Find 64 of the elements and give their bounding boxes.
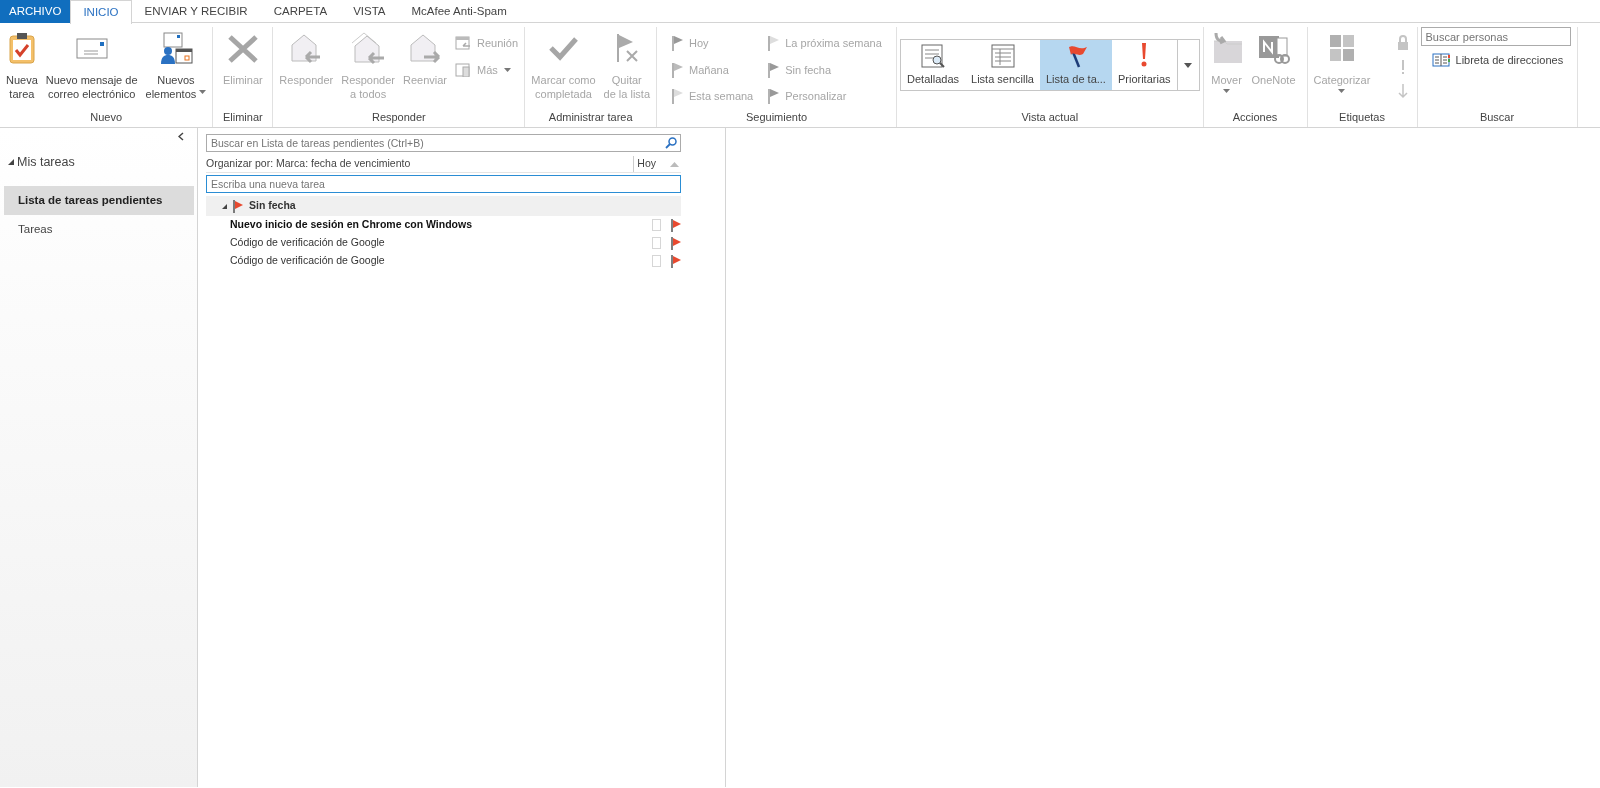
ribbon-tab[interactable]: INICIO	[70, 0, 132, 24]
flag-icon	[671, 61, 684, 78]
calendar-reply-icon	[455, 36, 472, 51]
flag-icon	[233, 199, 243, 213]
group-label: Etiquetas	[1338, 109, 1386, 125]
folder-item[interactable]: Tareas	[4, 215, 194, 245]
view-option[interactable]: Lista de ta...	[1040, 40, 1112, 90]
group-label: Buscar	[1478, 109, 1516, 125]
view-option[interactable]: Prioritarias	[1111, 40, 1177, 90]
ribbon-button[interactable]: Libreta de direcciones	[1428, 50, 1567, 71]
flag-icon[interactable]	[671, 236, 681, 250]
new-task-field[interactable]: Escriba una nueva tarea	[206, 175, 681, 193]
flag-icon	[671, 88, 684, 105]
flag-icon[interactable]	[671, 254, 681, 268]
column-header[interactable]: Hoy	[633, 156, 670, 172]
group-label: Acciones	[1231, 109, 1279, 125]
ribbon-button[interactable]: Nuevo mensaje de correo electrónico	[42, 27, 141, 104]
sort-arrow-icon[interactable]	[670, 161, 679, 167]
flag-icon	[671, 35, 684, 52]
expand-triangle-icon[interactable]	[222, 203, 227, 209]
high-importance-icon	[1400, 59, 1407, 75]
arrange-by-label[interactable]: Organizar por: Marca: fecha de vencimiento	[206, 156, 634, 172]
address-book-icon	[1431, 53, 1450, 68]
expand-triangle-icon[interactable]	[8, 159, 14, 166]
flag-icon	[767, 61, 780, 78]
task-subject[interactable]: Código de verificación de Google	[230, 235, 652, 251]
calendar-phone-icon	[455, 62, 472, 77]
ribbon-tab[interactable]: VISTA	[340, 0, 399, 23]
ribbon-tab[interactable]: McAfee Anti-Spam	[398, 0, 520, 23]
ribbon-tab[interactable]: ARCHIVO	[0, 0, 71, 23]
task-subject[interactable]: Código de verificación de Google	[230, 253, 652, 269]
task-subject[interactable]: Nuevo inicio de sesión en Chrome con Windows	[230, 217, 652, 233]
reply-all-envelope-icon	[351, 31, 386, 65]
view-option[interactable]: Lista sencilla	[965, 40, 1040, 90]
flag-icon	[767, 35, 780, 52]
exclamation-icon	[1141, 43, 1148, 67]
group-label: Eliminar	[222, 109, 264, 125]
ribbon-tab[interactable]: ENVIAR Y RECIBIR	[131, 0, 261, 23]
lock-icon	[1396, 35, 1411, 51]
folder-item[interactable]: Lista de tareas pendientes	[4, 185, 194, 215]
flag-icon[interactable]	[671, 218, 681, 232]
search-field[interactable]: Buscar en Lista de tareas pendientes (Ctrl+B)	[206, 134, 681, 152]
table-list-icon	[989, 43, 1016, 69]
group-label: Nuevo	[89, 109, 124, 125]
group-label: Administrar tarea	[547, 109, 634, 125]
ribbon-button[interactable]: Nueva tarea	[3, 27, 41, 104]
search-field[interactable]: Buscar personas	[1420, 27, 1571, 46]
ribbon-tab[interactable]: CARPETA	[260, 0, 341, 23]
caret-icon	[1184, 63, 1192, 69]
ribbon-button[interactable]: Nuevos elementos	[142, 27, 210, 105]
group-label: Vista actual	[1020, 109, 1080, 125]
folder-group-title: Mis tareas	[17, 154, 75, 171]
checkbox[interactable]	[652, 255, 661, 267]
checkbox[interactable]	[652, 237, 661, 249]
table-search-icon	[920, 43, 946, 69]
low-importance-icon	[1398, 83, 1409, 99]
group-header: Sin fecha	[249, 198, 296, 214]
search-icon	[665, 137, 677, 149]
flag-icon	[767, 88, 780, 105]
view-option[interactable]: Detalladas	[901, 40, 965, 90]
group-label: Seguimiento	[744, 109, 809, 125]
group-label: Responder	[370, 109, 427, 125]
checkbox[interactable]	[652, 219, 661, 231]
clipboard-check-icon	[6, 31, 37, 65]
